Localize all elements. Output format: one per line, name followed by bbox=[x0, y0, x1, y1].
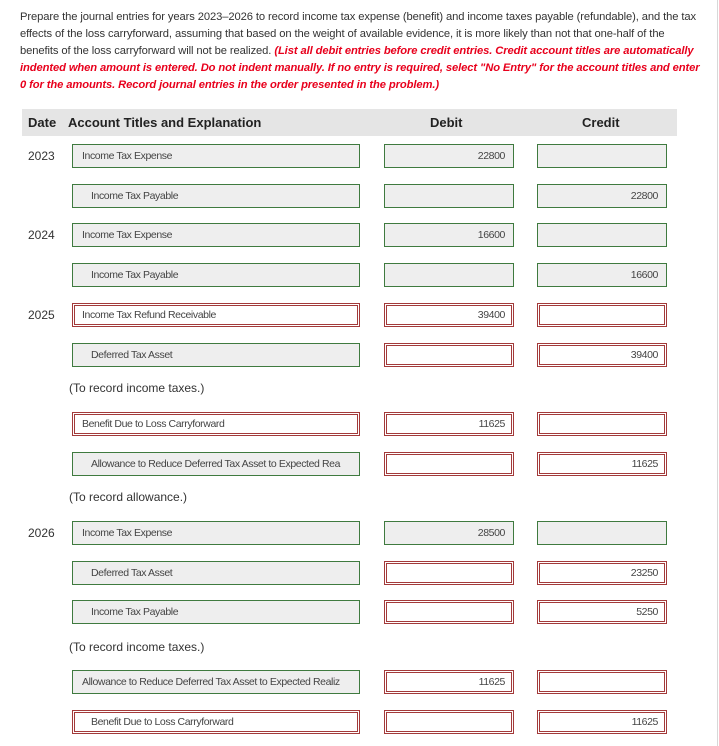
credit-amount-field[interactable]: 5250 bbox=[537, 600, 667, 624]
credit-amount-field[interactable]: 11625 bbox=[537, 710, 667, 734]
credit-amount-field[interactable] bbox=[537, 144, 667, 168]
credit-amount-field[interactable]: 22800 bbox=[537, 184, 667, 208]
entry-year: 2024 bbox=[28, 228, 55, 242]
journal-row: Income Tax Payable 22800 bbox=[0, 184, 719, 208]
entry-year: 2023 bbox=[28, 149, 55, 163]
journal-row: Income Tax Payable 16600 bbox=[0, 263, 719, 287]
credit-amount-field[interactable]: 11625 bbox=[537, 452, 667, 476]
credit-amount-field[interactable] bbox=[537, 223, 667, 247]
debit-amount-field[interactable] bbox=[384, 343, 514, 367]
journal-row: 2023 Income Tax Expense 22800 bbox=[0, 144, 719, 168]
credit-amount-field[interactable] bbox=[537, 412, 667, 436]
debit-amount-field[interactable]: 22800 bbox=[384, 144, 514, 168]
account-title-field[interactable]: Income Tax Expense bbox=[72, 521, 360, 545]
explanation-2025-income-taxes: (To record income taxes.) bbox=[69, 381, 205, 395]
account-title-field[interactable]: Deferred Tax Asset bbox=[72, 343, 360, 367]
journal-row: Benefit Due to Loss Carryforward 11625 bbox=[0, 412, 719, 436]
account-title-field[interactable]: Income Tax Payable bbox=[72, 184, 360, 208]
journal-row: Benefit Due to Loss Carryforward 11625 bbox=[0, 710, 719, 734]
journal-table-header: Date Account Titles and Explanation Debi… bbox=[22, 109, 677, 136]
explanation-2026-income-taxes: (To record income taxes.) bbox=[69, 640, 205, 654]
debit-amount-field[interactable] bbox=[384, 263, 514, 287]
debit-amount-field[interactable] bbox=[384, 600, 514, 624]
debit-amount-field[interactable] bbox=[384, 561, 514, 585]
entry-year: 2026 bbox=[28, 526, 55, 540]
header-credit: Credit bbox=[582, 115, 620, 130]
journal-row: Deferred Tax Asset 23250 bbox=[0, 561, 719, 585]
journal-row: Allowance to Reduce Deferred Tax Asset t… bbox=[0, 670, 719, 694]
entry-year: 2025 bbox=[28, 308, 55, 322]
debit-amount-field[interactable]: 16600 bbox=[384, 223, 514, 247]
account-title-field[interactable]: Benefit Due to Loss Carryforward bbox=[72, 710, 360, 734]
debit-amount-field[interactable] bbox=[384, 710, 514, 734]
header-account: Account Titles and Explanation bbox=[68, 115, 262, 130]
account-title-field[interactable]: Income Tax Payable bbox=[72, 263, 360, 287]
journal-row: Deferred Tax Asset 39400 bbox=[0, 343, 719, 367]
credit-amount-field[interactable] bbox=[537, 521, 667, 545]
debit-amount-field[interactable]: 11625 bbox=[384, 412, 514, 436]
account-title-field[interactable]: Income Tax Payable bbox=[72, 600, 360, 624]
debit-amount-field[interactable]: 28500 bbox=[384, 521, 514, 545]
journal-row: 2024 Income Tax Expense 16600 bbox=[0, 223, 719, 247]
account-title-field[interactable]: Income Tax Expense bbox=[72, 223, 360, 247]
debit-amount-field[interactable] bbox=[384, 452, 514, 476]
journal-row: 2025 Income Tax Refund Receivable 39400 bbox=[0, 303, 719, 327]
journal-row: 2026 Income Tax Expense 28500 bbox=[0, 521, 719, 545]
header-debit: Debit bbox=[430, 115, 463, 130]
debit-amount-field[interactable]: 11625 bbox=[384, 670, 514, 694]
credit-amount-field[interactable]: 16600 bbox=[537, 263, 667, 287]
credit-amount-field[interactable]: 23250 bbox=[537, 561, 667, 585]
credit-amount-field[interactable] bbox=[537, 670, 667, 694]
header-date: Date bbox=[28, 115, 57, 130]
journal-row: Income Tax Payable 5250 bbox=[0, 600, 719, 624]
account-title-field[interactable]: Deferred Tax Asset bbox=[72, 561, 360, 585]
debit-amount-field[interactable]: 39400 bbox=[384, 303, 514, 327]
journal-row: Allowance to Reduce Deferred Tax Asset t… bbox=[0, 452, 719, 476]
account-title-field[interactable]: Income Tax Expense bbox=[72, 144, 360, 168]
account-title-field[interactable]: Allowance to Reduce Deferred Tax Asset t… bbox=[72, 670, 360, 694]
page-scroll-edge bbox=[717, 0, 718, 746]
problem-instructions: Prepare the journal entries for years 20… bbox=[20, 9, 700, 94]
account-title-field[interactable]: Allowance to Reduce Deferred Tax Asset t… bbox=[72, 452, 360, 476]
explanation-2025-allowance: (To record allowance.) bbox=[69, 490, 188, 504]
credit-amount-field[interactable] bbox=[537, 303, 667, 327]
debit-amount-field[interactable] bbox=[384, 184, 514, 208]
credit-amount-field[interactable]: 39400 bbox=[537, 343, 667, 367]
account-title-field[interactable]: Benefit Due to Loss Carryforward bbox=[72, 412, 360, 436]
account-title-field[interactable]: Income Tax Refund Receivable bbox=[72, 303, 360, 327]
